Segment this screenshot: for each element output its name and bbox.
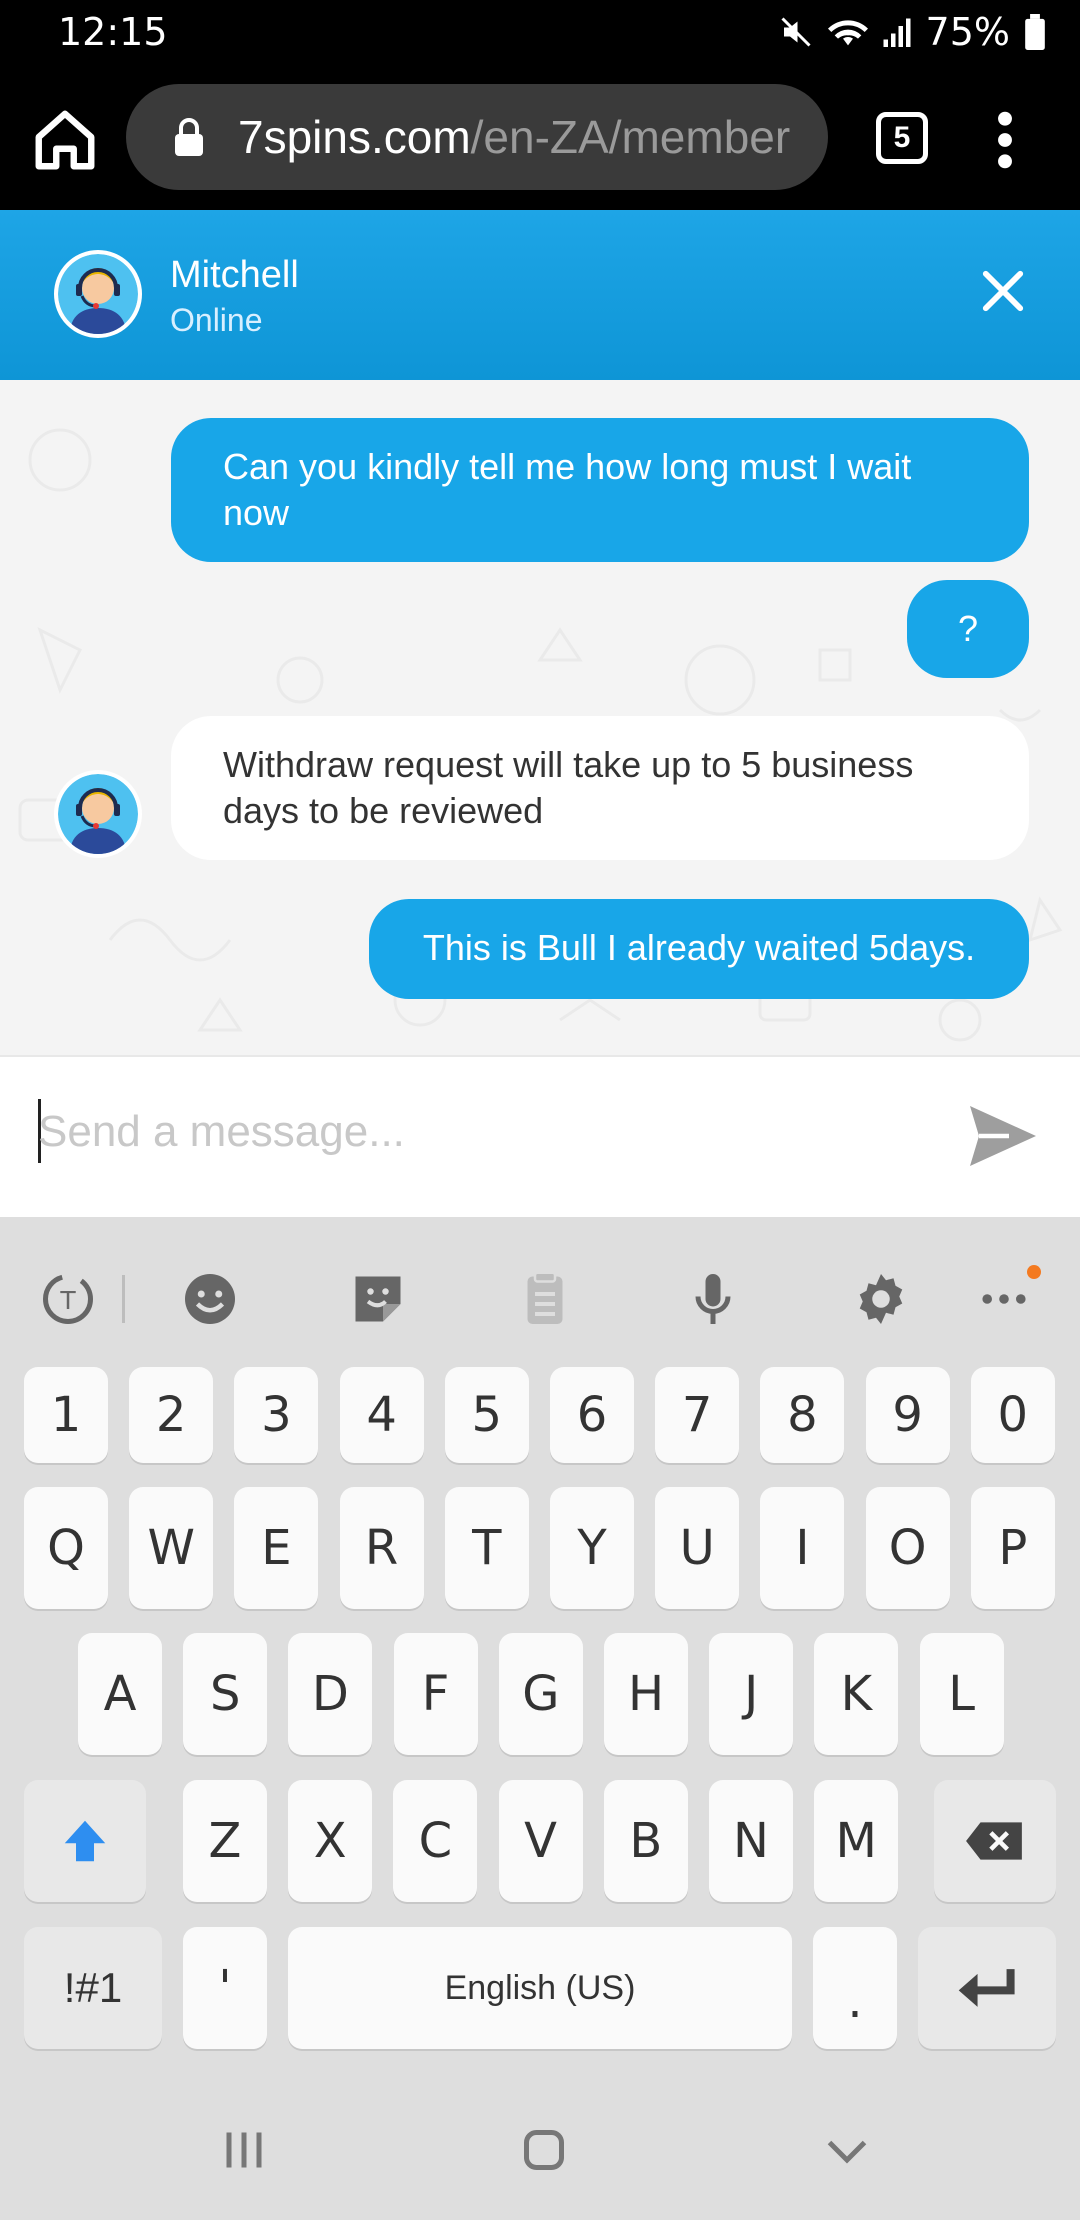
apostrophe-key[interactable]: ' bbox=[183, 1927, 267, 2049]
url-text: 7spins.com/en-ZA/member bbox=[238, 110, 790, 164]
key-z[interactable]: Z bbox=[183, 1780, 267, 1902]
key-9[interactable]: 9 bbox=[865, 1367, 950, 1463]
key-s[interactable]: S bbox=[183, 1633, 268, 1755]
message-composer bbox=[0, 1055, 1080, 1217]
home-button-icon[interactable] bbox=[514, 2120, 574, 2180]
key-c[interactable]: C bbox=[393, 1780, 478, 1902]
key-x[interactable]: X bbox=[288, 1780, 373, 1902]
browser-toolbar: 7spins.com/en-ZA/member 5 bbox=[0, 70, 1080, 210]
key-1[interactable]: 1 bbox=[24, 1367, 108, 1463]
key-t[interactable]: T bbox=[444, 1487, 529, 1609]
tab-switcher-button[interactable]: 5 bbox=[876, 112, 928, 164]
agent-avatar bbox=[54, 250, 142, 338]
send-icon[interactable] bbox=[966, 1103, 1040, 1169]
toolbar-divider bbox=[122, 1275, 125, 1323]
key-j[interactable]: J bbox=[709, 1633, 794, 1755]
recent-apps-icon[interactable] bbox=[214, 2120, 274, 2180]
settings-gear-icon[interactable] bbox=[851, 1269, 911, 1329]
key-b[interactable]: B bbox=[603, 1780, 688, 1902]
key-g[interactable]: G bbox=[498, 1633, 583, 1755]
key-r[interactable]: R bbox=[339, 1487, 424, 1609]
notification-dot bbox=[1027, 1265, 1041, 1279]
tab-count: 5 bbox=[893, 121, 911, 154]
key-n[interactable]: N bbox=[709, 1780, 793, 1902]
key-p[interactable]: P bbox=[970, 1487, 1055, 1609]
keyboard-toolbar: T bbox=[0, 1217, 1080, 1367]
microphone-icon[interactable] bbox=[683, 1269, 743, 1329]
mute-icon bbox=[778, 14, 814, 50]
battery-percent: 75% bbox=[925, 10, 1010, 54]
symbols-key[interactable]: !#1 bbox=[24, 1927, 162, 2049]
key-k[interactable]: K bbox=[814, 1633, 899, 1755]
more-options-icon[interactable] bbox=[990, 108, 1020, 172]
key-y[interactable]: Y bbox=[550, 1487, 634, 1609]
shift-arrow-icon bbox=[64, 1820, 106, 1862]
home-icon[interactable] bbox=[30, 105, 100, 175]
key-u[interactable]: U bbox=[655, 1487, 740, 1609]
system-navigation-bar bbox=[0, 2075, 1080, 2220]
key-l[interactable]: L bbox=[919, 1633, 1004, 1755]
url-host: 7spins.com bbox=[238, 111, 471, 163]
sticker-icon[interactable] bbox=[348, 1269, 408, 1329]
battery-icon bbox=[1024, 14, 1046, 50]
key-0[interactable]: 0 bbox=[970, 1367, 1055, 1463]
user-message: Can you kindly tell me how long must I w… bbox=[171, 418, 1029, 562]
key-q[interactable]: Q bbox=[24, 1487, 108, 1609]
chat-messages[interactable]: Can you kindly tell me how long must I w… bbox=[0, 380, 1080, 1055]
key-f[interactable]: F bbox=[393, 1633, 478, 1755]
wifi-icon bbox=[827, 14, 868, 50]
chat-header: Mitchell Online bbox=[0, 210, 1080, 380]
space-bar[interactable]: English (US) bbox=[288, 1927, 792, 2049]
url-path: /en-ZA/member bbox=[470, 111, 791, 163]
key-2[interactable]: 2 bbox=[129, 1367, 214, 1463]
backspace-icon bbox=[966, 1822, 1022, 1860]
key-w[interactable]: W bbox=[129, 1487, 214, 1609]
shift-key[interactable] bbox=[24, 1780, 146, 1902]
status-time: 12:15 bbox=[58, 10, 168, 54]
key-8[interactable]: 8 bbox=[760, 1367, 845, 1463]
enter-icon bbox=[958, 1969, 1015, 2007]
key-e[interactable]: E bbox=[234, 1487, 319, 1609]
emoji-icon[interactable] bbox=[180, 1269, 240, 1329]
key-6[interactable]: 6 bbox=[550, 1367, 634, 1463]
key-h[interactable]: H bbox=[604, 1633, 688, 1755]
key-o[interactable]: O bbox=[865, 1487, 950, 1609]
signal-icon bbox=[882, 15, 912, 49]
close-icon[interactable] bbox=[980, 268, 1026, 314]
status-bar: 12:15 75% bbox=[0, 0, 1080, 70]
lock-icon bbox=[172, 118, 206, 163]
url-bar[interactable]: 7spins.com/en-ZA/member bbox=[126, 84, 828, 190]
soft-keyboard: T 1 2 3 4 5 6 7 8 9 0 Q W E R T Y U I O P A S D F G H J K L Z X C V B N M !#… bbox=[0, 1217, 1080, 2075]
agent-message: Withdraw request will take up to 5 busin… bbox=[171, 716, 1029, 860]
user-message: ? bbox=[907, 580, 1029, 678]
key-m[interactable]: M bbox=[814, 1780, 899, 1902]
enter-key[interactable] bbox=[918, 1927, 1056, 2049]
agent-status: Online bbox=[170, 302, 263, 338]
user-message: This is Bull I already waited 5days. bbox=[369, 899, 1029, 999]
svg-text:T: T bbox=[59, 1286, 76, 1315]
key-4[interactable]: 4 bbox=[339, 1367, 424, 1463]
clipboard-icon[interactable] bbox=[515, 1269, 575, 1329]
key-i[interactable]: I bbox=[760, 1487, 845, 1609]
agent-name: Mitchell bbox=[170, 254, 299, 296]
backspace-key[interactable] bbox=[934, 1780, 1056, 1902]
period-key[interactable]: . bbox=[813, 1927, 897, 2049]
key-d[interactable]: D bbox=[288, 1633, 373, 1755]
agent-message-avatar bbox=[54, 770, 142, 858]
hide-keyboard-icon[interactable] bbox=[817, 2120, 877, 2180]
key-5[interactable]: 5 bbox=[444, 1367, 529, 1463]
key-v[interactable]: V bbox=[498, 1780, 583, 1902]
translate-icon[interactable]: T bbox=[38, 1269, 98, 1329]
key-7[interactable]: 7 bbox=[655, 1367, 740, 1463]
message-input[interactable] bbox=[38, 1097, 918, 1167]
key-3[interactable]: 3 bbox=[234, 1367, 319, 1463]
key-a[interactable]: A bbox=[78, 1633, 162, 1755]
